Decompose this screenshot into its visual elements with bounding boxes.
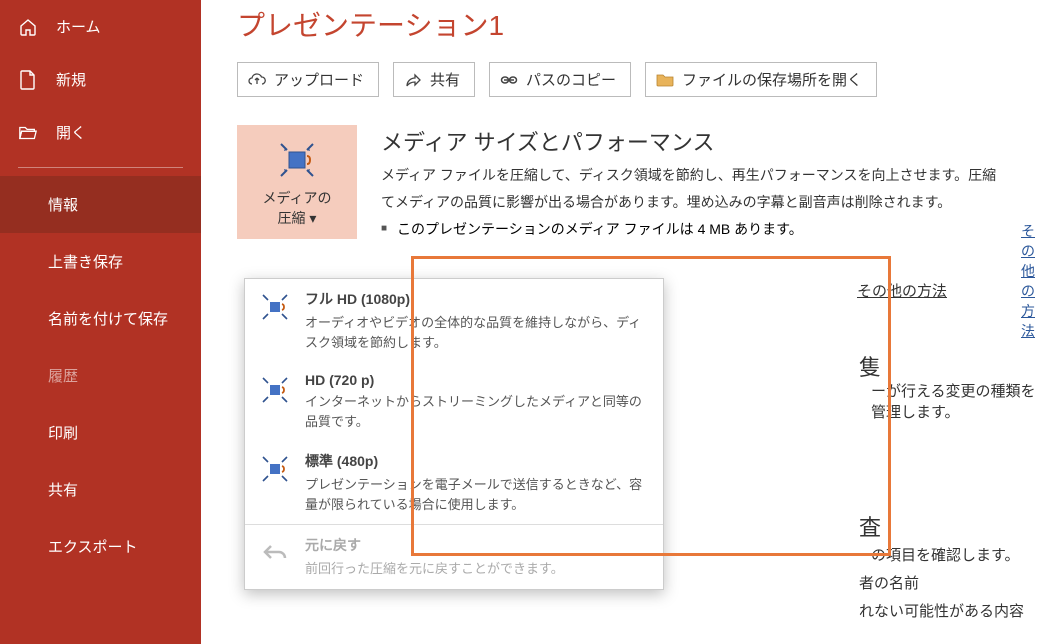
other-methods-link[interactable]: その他の方法	[1021, 221, 1042, 341]
sidebar-info[interactable]: 情報	[0, 176, 201, 233]
sidebar-saveas[interactable]: 名前を付けて保存	[0, 290, 201, 347]
home-icon	[18, 17, 38, 37]
fragment-text: れない可能性がある内容	[859, 600, 1024, 621]
fragment-text: ーが行える変更の種類を管理します。	[871, 380, 1042, 422]
sidebar-history[interactable]: 履歴	[0, 347, 201, 404]
option-undo: 元に戻す 前回行った圧縮を元に戻すことができます。	[245, 524, 663, 589]
section-heading: メディア サイズとパフォーマンス	[381, 125, 1042, 157]
compress-icon	[273, 136, 321, 184]
sidebar-new[interactable]: 新規	[0, 53, 201, 106]
option-desc: 前回行った圧縮を元に戻すことができます。	[305, 559, 564, 579]
media-size-bullet: このプレゼンテーションのメディア ファイルは 4 MB あります。	[381, 219, 1042, 239]
button-label: 共有	[430, 69, 460, 90]
compress-icon	[259, 374, 291, 406]
file-icon	[18, 70, 38, 90]
option-desc: インターネットからストリーミングしたメディアと同等の品質です。	[305, 392, 649, 431]
sidebar-save[interactable]: 上書き保存	[0, 233, 201, 290]
button-label-line1: メディアの	[242, 188, 352, 208]
option-title: HD (720 p)	[305, 372, 649, 388]
button-label: アップロード	[274, 69, 364, 90]
sidebar-separator	[18, 167, 183, 168]
option-full-hd[interactable]: フル HD (1080p) オーディオやビデオの全体的な品質を維持しながら、ディ…	[245, 279, 663, 362]
cloud-upload-icon	[248, 71, 266, 89]
section-desc: メディア ファイルを圧縮して、ディスク領域を節約し、再生パフォーマンスを向上させ…	[381, 165, 1042, 186]
compress-options-popup: フル HD (1080p) オーディオやビデオの全体的な品質を維持しながら、ディ…	[244, 278, 664, 590]
fragment-text: 者の名前	[859, 572, 919, 593]
button-label: ファイルの保存場所を開く	[682, 69, 862, 90]
folder-icon	[656, 71, 674, 89]
option-hd[interactable]: HD (720 p) インターネットからストリーミングしたメディアと同等の品質で…	[245, 362, 663, 441]
button-label: パスのコピー	[526, 69, 616, 90]
compress-media-button[interactable]: メディアの 圧縮 ▾	[237, 125, 357, 239]
section-desc: てメディアの品質に影響が出る場合があります。埋め込みの字幕と副音声は削除されます…	[381, 192, 1042, 213]
upload-button[interactable]: アップロード	[237, 62, 379, 97]
other-methods-link-fragment[interactable]: その他の方法	[857, 280, 947, 301]
option-desc: プレゼンテーションを電子メールで送信するときなど、容量が限られている場合に使用し…	[305, 475, 649, 514]
open-location-button[interactable]: ファイルの保存場所を開く	[645, 62, 877, 97]
button-label-line2: 圧縮 ▾	[242, 208, 352, 228]
undo-icon	[259, 537, 291, 569]
sidebar-share[interactable]: 共有	[0, 461, 201, 518]
presentation-title: プレゼンテーション1	[237, 4, 1042, 44]
fragment-text: の項目を確認します。	[871, 544, 1020, 565]
compress-icon	[259, 453, 291, 485]
backstage-sidebar: ホーム 新規 開く 情報 上書き保存 名前を付けて保存 履歴 印刷 共有 エクス…	[0, 0, 201, 644]
sidebar-export[interactable]: エクスポート	[0, 518, 201, 575]
option-title: 元に戻す	[305, 535, 564, 555]
link-icon	[500, 71, 518, 89]
sidebar-label: 新規	[56, 69, 86, 90]
option-title: フル HD (1080p)	[305, 289, 649, 309]
share-icon	[404, 71, 422, 89]
action-bar: アップロード 共有 パスのコピー ファイルの保存場所を開く	[237, 62, 1042, 97]
sidebar-label: 開く	[56, 122, 86, 143]
share-button[interactable]: 共有	[393, 62, 475, 97]
sidebar-print[interactable]: 印刷	[0, 404, 201, 461]
copy-path-button[interactable]: パスのコピー	[489, 62, 631, 97]
option-title: 標準 (480p)	[305, 451, 649, 471]
sidebar-open[interactable]: 開く	[0, 106, 201, 159]
option-desc: オーディオやビデオの全体的な品質を維持しながら、ディスク領域を節約します。	[305, 313, 649, 352]
sidebar-home[interactable]: ホーム	[0, 0, 201, 53]
fragment-heading: 査	[859, 510, 881, 542]
folder-open-icon	[18, 123, 38, 143]
fragment-heading: 隻	[859, 350, 881, 382]
option-standard[interactable]: 標準 (480p) プレゼンテーションを電子メールで送信するときなど、容量が限ら…	[245, 441, 663, 524]
sidebar-label: ホーム	[56, 16, 101, 37]
compress-icon	[259, 291, 291, 323]
